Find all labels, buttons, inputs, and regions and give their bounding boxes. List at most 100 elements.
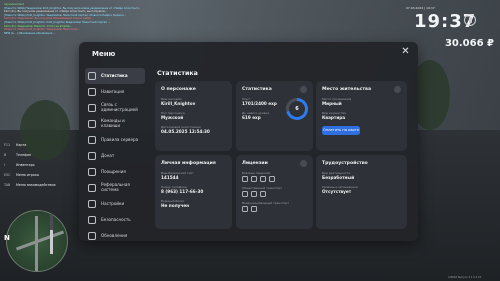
close-icon[interactable]: ✕ (400, 47, 411, 58)
card-home: Место жительства Место проживания Мирный… (316, 81, 407, 151)
sidebar-item-label: Статистика (101, 72, 128, 78)
public-transport-label: Общественный транспорт (242, 186, 283, 190)
card-title: Лицензии (242, 161, 268, 166)
pay-button[interactable]: Оплатить на карте (322, 126, 360, 135)
home-icon (394, 86, 401, 93)
key-hint-row: TAB Меню взаимодействия (4, 180, 55, 190)
sidebar-item[interactable]: Статистика (85, 68, 145, 84)
key-hints: F11 Карта B Телефон I Инвентарь ESC Меню игр… (4, 140, 55, 190)
chat-icon (88, 104, 96, 112)
sidebar-item-label: Реферальная система (101, 182, 130, 192)
public-transport-icons (242, 191, 266, 197)
bus-license-icon (269, 176, 275, 182)
card-stats: Статистика Опыт 1701/2400 exp До нового … (236, 81, 313, 151)
sidebar-item-label: Правила сервера (101, 136, 139, 142)
shield-icon (88, 216, 96, 224)
job-value: Безработный (322, 175, 355, 180)
sidebar-item[interactable]: Навигация (85, 84, 145, 100)
card-title: Личная информация (161, 161, 216, 166)
card-title: Место жительства (322, 87, 372, 92)
key-hint-label: Телефон (16, 153, 32, 157)
minimap-road (35, 216, 38, 271)
phone-value: 8 (963) 117-66-30 (161, 189, 204, 194)
content-title: Статистика (157, 70, 198, 77)
hud-money: 30.066 ₽ (444, 38, 494, 49)
sidebar-item[interactable]: Связь с администрацией (85, 100, 145, 116)
version-watermark: АЛЬФА Выпуск 2.1 0 0.01 (448, 276, 482, 279)
card-job: Трудоустройство Вид деятельности Безрабо… (316, 155, 407, 229)
reg-date-value: 04.05.2025 12:54:30 (161, 129, 210, 134)
sidebar-item-label: Команды и клавиши (101, 118, 125, 128)
account-value: 141544 (161, 175, 179, 180)
base-licenses-icons (242, 176, 275, 182)
chat-line: NEW (в ...) Обновление обновление ... (4, 31, 56, 35)
sidebar-item[interactable]: Реферальная система (85, 180, 145, 196)
hunger-icon (464, 14, 476, 26)
tram-license-icon (251, 191, 257, 197)
car-license-icon (242, 176, 248, 182)
menu-sidebar: Статистика Навигация Связь с администрацие… (85, 68, 145, 244)
key-hint-key: TAB (4, 183, 11, 187)
truck-license-icon (260, 176, 266, 182)
sidebar-item-label: Связь с администрацией (101, 102, 138, 112)
sidebar-item[interactable]: Донат (85, 148, 145, 164)
sidebar-item-label: Навигация (101, 88, 125, 94)
key-hint-key: B (4, 153, 7, 157)
boat-license-icon (242, 206, 248, 212)
key-hint-row: F11 Карта (4, 140, 55, 150)
users-icon (88, 184, 96, 192)
to-next-value: 619 exp (242, 115, 261, 120)
level-value: 6 (295, 106, 299, 112)
hud-date: 07.03.2024 | 19:37 (406, 6, 435, 10)
trolley-license-icon (260, 191, 266, 197)
book-icon (88, 136, 96, 144)
key-hint-row: B Телефон (4, 150, 55, 160)
minimap-north-label: N (4, 234, 10, 242)
gift-icon (88, 168, 96, 176)
key-hint-key: I (4, 163, 5, 167)
sidebar-item[interactable]: Поощрения (85, 164, 145, 180)
menu-title: Меню (92, 50, 116, 58)
gender-value: Мужской (161, 115, 184, 120)
map-pin-icon (88, 88, 96, 96)
key-hint-key: ESC (4, 173, 11, 177)
card-title: О персонаже (161, 87, 196, 92)
license-icon (300, 160, 307, 167)
sidebar-item[interactable]: Правила сервера (85, 132, 145, 148)
key-hint-row: I Инвентарь (4, 160, 55, 170)
keyboard-icon (88, 120, 96, 128)
card-title: Статистика (242, 87, 272, 92)
air-water-label: Воздушный/водный транспорт (242, 201, 290, 205)
minimap[interactable] (6, 210, 68, 272)
property-type-value: Квартира (322, 115, 346, 120)
taxi-license-icon (242, 191, 248, 197)
sidebar-item[interactable]: Обновления (85, 228, 145, 244)
refresh-icon (88, 232, 96, 240)
key-hint-label: Инвентарь (16, 163, 35, 167)
sidebar-item[interactable]: Команды и клавиши (85, 116, 145, 132)
chart-icon (88, 72, 96, 80)
wallet-icon (88, 152, 96, 160)
place-value: Мирный (322, 101, 342, 106)
sidebar-item[interactable]: Настройки (85, 196, 145, 212)
card-about: О персонаже Ваш никнейм Kirill_Knightov … (155, 81, 232, 151)
stats-icon (300, 86, 307, 93)
health-bar-fill (50, 230, 53, 254)
gear-icon (88, 200, 96, 208)
key-hint-key: F11 (4, 143, 11, 147)
org-value: Отсутствует (322, 189, 352, 194)
sidebar-item-label: Обновления (101, 232, 128, 238)
sidebar-item[interactable]: Безопасность (85, 212, 145, 228)
plane-license-icon (251, 206, 257, 212)
key-hint-label: Меню игрока (16, 173, 39, 177)
sidebar-item-label: Безопасность (101, 216, 131, 222)
moto-license-icon (251, 176, 257, 182)
card-personal: Личная информация Ваш банковский счёт 14… (155, 155, 232, 229)
chat-log: лаунч[кнопки] [Новости ЧИЦА] Уведомляю Ki… (4, 3, 154, 35)
card-title: Трудоустройство (322, 161, 368, 166)
military-id-value: Не получен (161, 203, 189, 208)
nick-value: Kirill_Knightov (161, 101, 196, 106)
key-hint-row: ESC Меню игрока (4, 170, 55, 180)
sidebar-item-label: Поощрения (101, 168, 126, 174)
key-hint-label: Карта (16, 143, 27, 147)
